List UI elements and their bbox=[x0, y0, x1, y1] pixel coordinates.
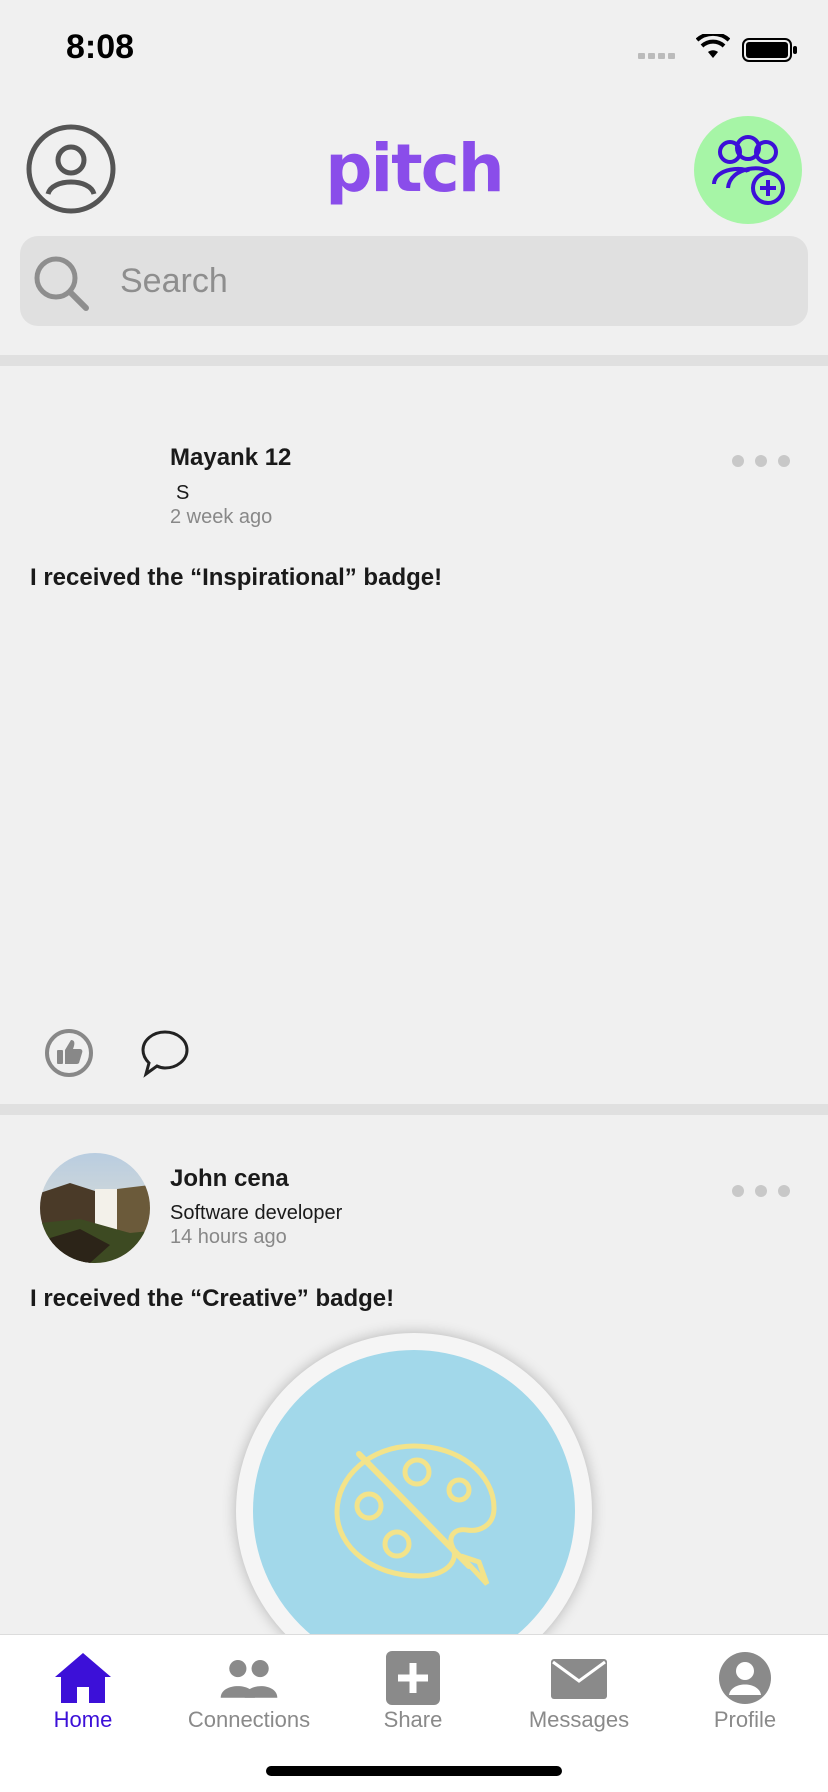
comment-icon[interactable] bbox=[140, 1028, 190, 1078]
more-options-button[interactable] bbox=[732, 451, 790, 471]
post-author-subtitle: Software developer bbox=[170, 1202, 343, 1224]
post-time: 14 hours ago bbox=[170, 1226, 287, 1248]
tab-share[interactable]: Share bbox=[330, 1651, 496, 1733]
home-icon bbox=[55, 1653, 111, 1703]
dot-icon bbox=[755, 455, 767, 467]
tab-label: Messages bbox=[528, 1707, 630, 1732]
messages-icon bbox=[551, 1659, 607, 1699]
group-add-icon bbox=[712, 135, 785, 205]
palette-icon bbox=[334, 1443, 497, 1586]
connections-icon bbox=[220, 1660, 278, 1698]
like-icon[interactable] bbox=[44, 1028, 94, 1078]
avatar[interactable] bbox=[40, 1153, 150, 1263]
divider bbox=[0, 355, 828, 366]
search-bar[interactable] bbox=[20, 236, 808, 326]
tab-label: Connections bbox=[187, 1707, 311, 1732]
dot-icon bbox=[778, 455, 790, 467]
divider bbox=[0, 1104, 828, 1115]
post-author-subtitle: S bbox=[176, 482, 190, 504]
dot-icon bbox=[755, 1185, 767, 1197]
post-card: Mayank 12 S 2 week ago I received the “I… bbox=[0, 366, 828, 1104]
signal-icon bbox=[638, 53, 675, 59]
share-icon bbox=[386, 1651, 440, 1705]
status-icons bbox=[628, 34, 798, 64]
tab-label: Share bbox=[383, 1707, 443, 1732]
dot-icon bbox=[732, 1185, 744, 1197]
tab-connections[interactable]: Connections bbox=[166, 1651, 332, 1733]
avatar-image bbox=[40, 1153, 150, 1263]
tab-home[interactable]: Home bbox=[0, 1651, 166, 1733]
search-input[interactable] bbox=[120, 236, 780, 326]
dot-icon bbox=[732, 455, 744, 467]
badge-inner bbox=[253, 1350, 575, 1672]
status-time: 8:08 bbox=[66, 28, 135, 66]
wifi-icon bbox=[696, 34, 730, 58]
post-card: John cena Software developer 14 hours ag… bbox=[0, 1115, 828, 1689]
status-bar: 8:08 bbox=[0, 0, 828, 100]
post-time: 2 week ago bbox=[170, 506, 273, 528]
home-indicator bbox=[266, 1766, 562, 1776]
tab-label: Profile bbox=[713, 1707, 777, 1732]
header: pitch bbox=[0, 110, 828, 230]
post-text: I received the “Inspirational” badge! bbox=[30, 564, 443, 591]
battery-icon bbox=[742, 38, 797, 62]
post-author[interactable]: John cena bbox=[170, 1165, 289, 1193]
tab-label: Home bbox=[53, 1707, 113, 1732]
profile-icon bbox=[719, 1652, 771, 1704]
more-options-button[interactable] bbox=[732, 1181, 790, 1201]
tab-profile[interactable]: Profile bbox=[662, 1651, 828, 1733]
post-author[interactable]: Mayank 12 bbox=[170, 444, 291, 472]
post-text: I received the “Creative” badge! bbox=[30, 1285, 395, 1312]
add-connection-button[interactable] bbox=[694, 116, 802, 224]
tab-messages[interactable]: Messages bbox=[496, 1651, 662, 1733]
search-icon bbox=[34, 256, 89, 311]
dot-icon bbox=[778, 1185, 790, 1197]
